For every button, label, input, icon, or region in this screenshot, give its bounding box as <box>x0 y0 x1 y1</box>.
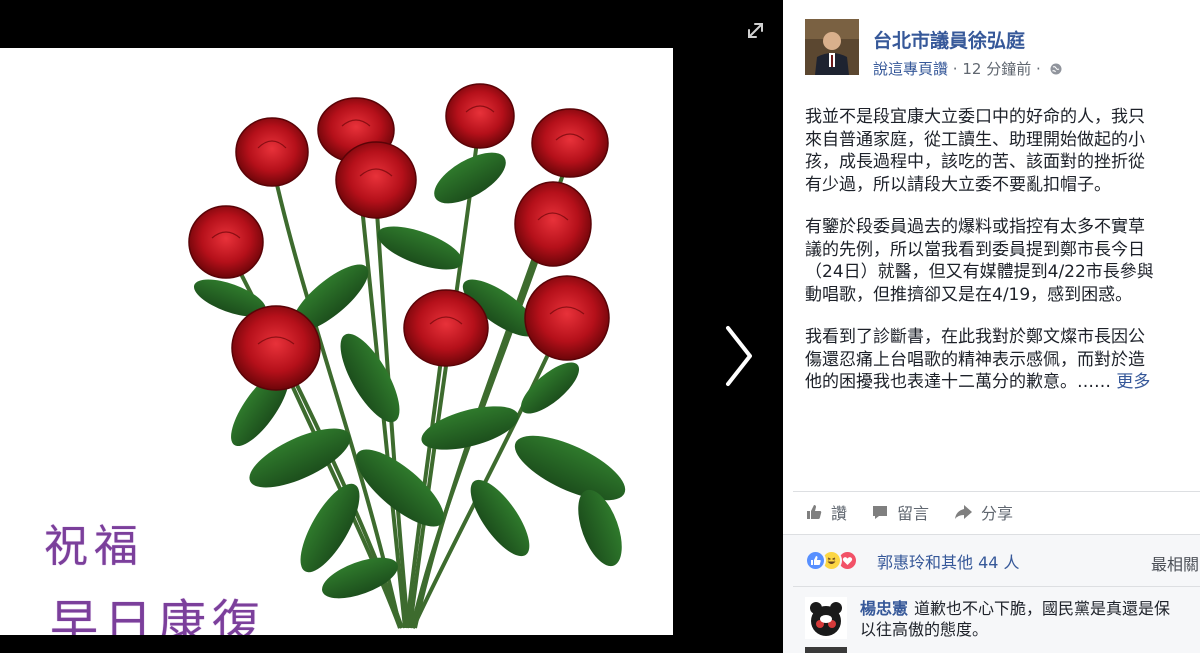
see-more-link[interactable]: 更多 <box>1116 372 1150 392</box>
post-paragraph: 我看到了診斷書，在此我對於鄭文燦市長因公 傷還忍痛上台唱歌的精神表示感佩，而對於… <box>805 326 1200 394</box>
comment-sort-dropdown[interactable]: 最相關 <box>1151 551 1199 575</box>
divider <box>793 586 1200 587</box>
comment-text-line: 道歉也不心下脆，國民黨是真還是保 <box>914 599 1171 618</box>
post-text-line: 動唱歌，但推擠卻又是在4/19，感到困惑。 <box>805 284 1133 305</box>
post-text-line: 我並不是段宜康大立委口中的好命的人，我只 <box>805 107 1145 127</box>
meta-separator: · <box>952 60 958 78</box>
share-button[interactable]: 分享 <box>953 500 1013 524</box>
comment-text-line: 以往高傲的態度。 <box>860 620 989 639</box>
commenter-avatar[interactable] <box>805 597 847 639</box>
reaction-icons[interactable] <box>805 549 858 571</box>
post-text-line: 我看到了診斷書，在此我對於鄭文燦市長因公 <box>805 327 1145 347</box>
post-paragraph: 我並不是段宜康大立委口中的好命的人，我只 來自普通家庭，從工讀生、助理開始做起的… <box>805 106 1200 196</box>
author-name-link[interactable]: 台北市議員徐弘庭 <box>873 26 1025 53</box>
post-text-line-last: 他的困擾我也表達十二萬分的歉意。…… 更多 <box>805 371 1200 394</box>
globe-icon[interactable] <box>1050 61 1062 75</box>
commenter-name-link[interactable]: 楊忠憲 <box>860 599 908 618</box>
reactions-summary-link[interactable]: 郭惠玲和其他 44 人 <box>877 549 1020 573</box>
page-like-label[interactable]: 說這專頁讚 <box>873 60 948 78</box>
like-reaction-icon <box>805 549 826 571</box>
post-photo[interactable]: 祝福 早日康復 <box>0 48 673 635</box>
share-label: 分享 <box>981 504 1014 523</box>
post-text-line: 傷還忍痛上台唱歌的精神表示感佩，而對於造 <box>805 349 1145 370</box>
post-meta: 說這專頁讚 · 12 分鐘前 · <box>873 58 1062 79</box>
comment-item: 楊忠憲 道歉也不心下脆，國民黨是真還是保 以往高傲的態度。 <box>860 598 1170 640</box>
post-detail-panel: 台北市議員徐弘庭 說這專頁讚 · 12 分鐘前 · 我並不是段宜康大立委口中的好… <box>783 0 1200 653</box>
like-label: 讚 <box>831 504 848 523</box>
author-avatar[interactable] <box>805 19 859 75</box>
divider <box>793 491 1200 492</box>
comment-button[interactable]: 留言 <box>871 500 929 524</box>
post-text-line: 來自普通家庭，從工讀生、助理開始做起的小 <box>805 129 1145 150</box>
post-text-line: 有鑒於段委員過去的爆料或指控有太多不實草 <box>805 217 1145 237</box>
post-text-line: 有少過，所以請段大立委不要亂扣帽子。 <box>805 174 1111 195</box>
photo-caption-get-well: 早日康復 <box>50 595 267 635</box>
photo-caption-blessing: 祝福 <box>44 521 144 572</box>
like-button[interactable]: 讚 <box>805 500 847 524</box>
post-paragraph: 有鑒於段委員過去的爆料或指控有太多不實草 議的先例，所以當我看到委員提到鄭市長今… <box>805 216 1200 306</box>
thumbs-up-icon <box>807 505 822 519</box>
post-text-line: 孩，成長過程中，該吃的苦、該面對的挫折從 <box>805 152 1145 172</box>
post-body: 我並不是段宜康大立委口中的好命的人，我只 來自普通家庭，從工讀生、助理開始做起的… <box>805 106 1200 414</box>
comment-label: 留言 <box>897 504 930 523</box>
post-text-line: （24日）就醫，但又有媒體提到4/22市長參與 <box>805 262 1154 282</box>
photo-viewer: 祝福 早日康復 <box>0 0 783 653</box>
comment-bubble-icon <box>873 506 887 519</box>
share-arrow-icon <box>955 505 972 519</box>
expand-arrows-icon[interactable] <box>741 18 771 44</box>
post-timestamp[interactable]: 12 分鐘前 <box>962 60 1031 78</box>
post-text-fragment: 他的困擾我也表達十二萬分的歉意。…… <box>805 372 1111 392</box>
next-commenter-avatar[interactable] <box>805 647 847 653</box>
post-text-line: 議的先例，所以當我看到委員提到鄭市長今日 <box>805 239 1145 260</box>
chevron-right-icon[interactable] <box>716 318 762 394</box>
meta-separator: · <box>1036 60 1041 78</box>
